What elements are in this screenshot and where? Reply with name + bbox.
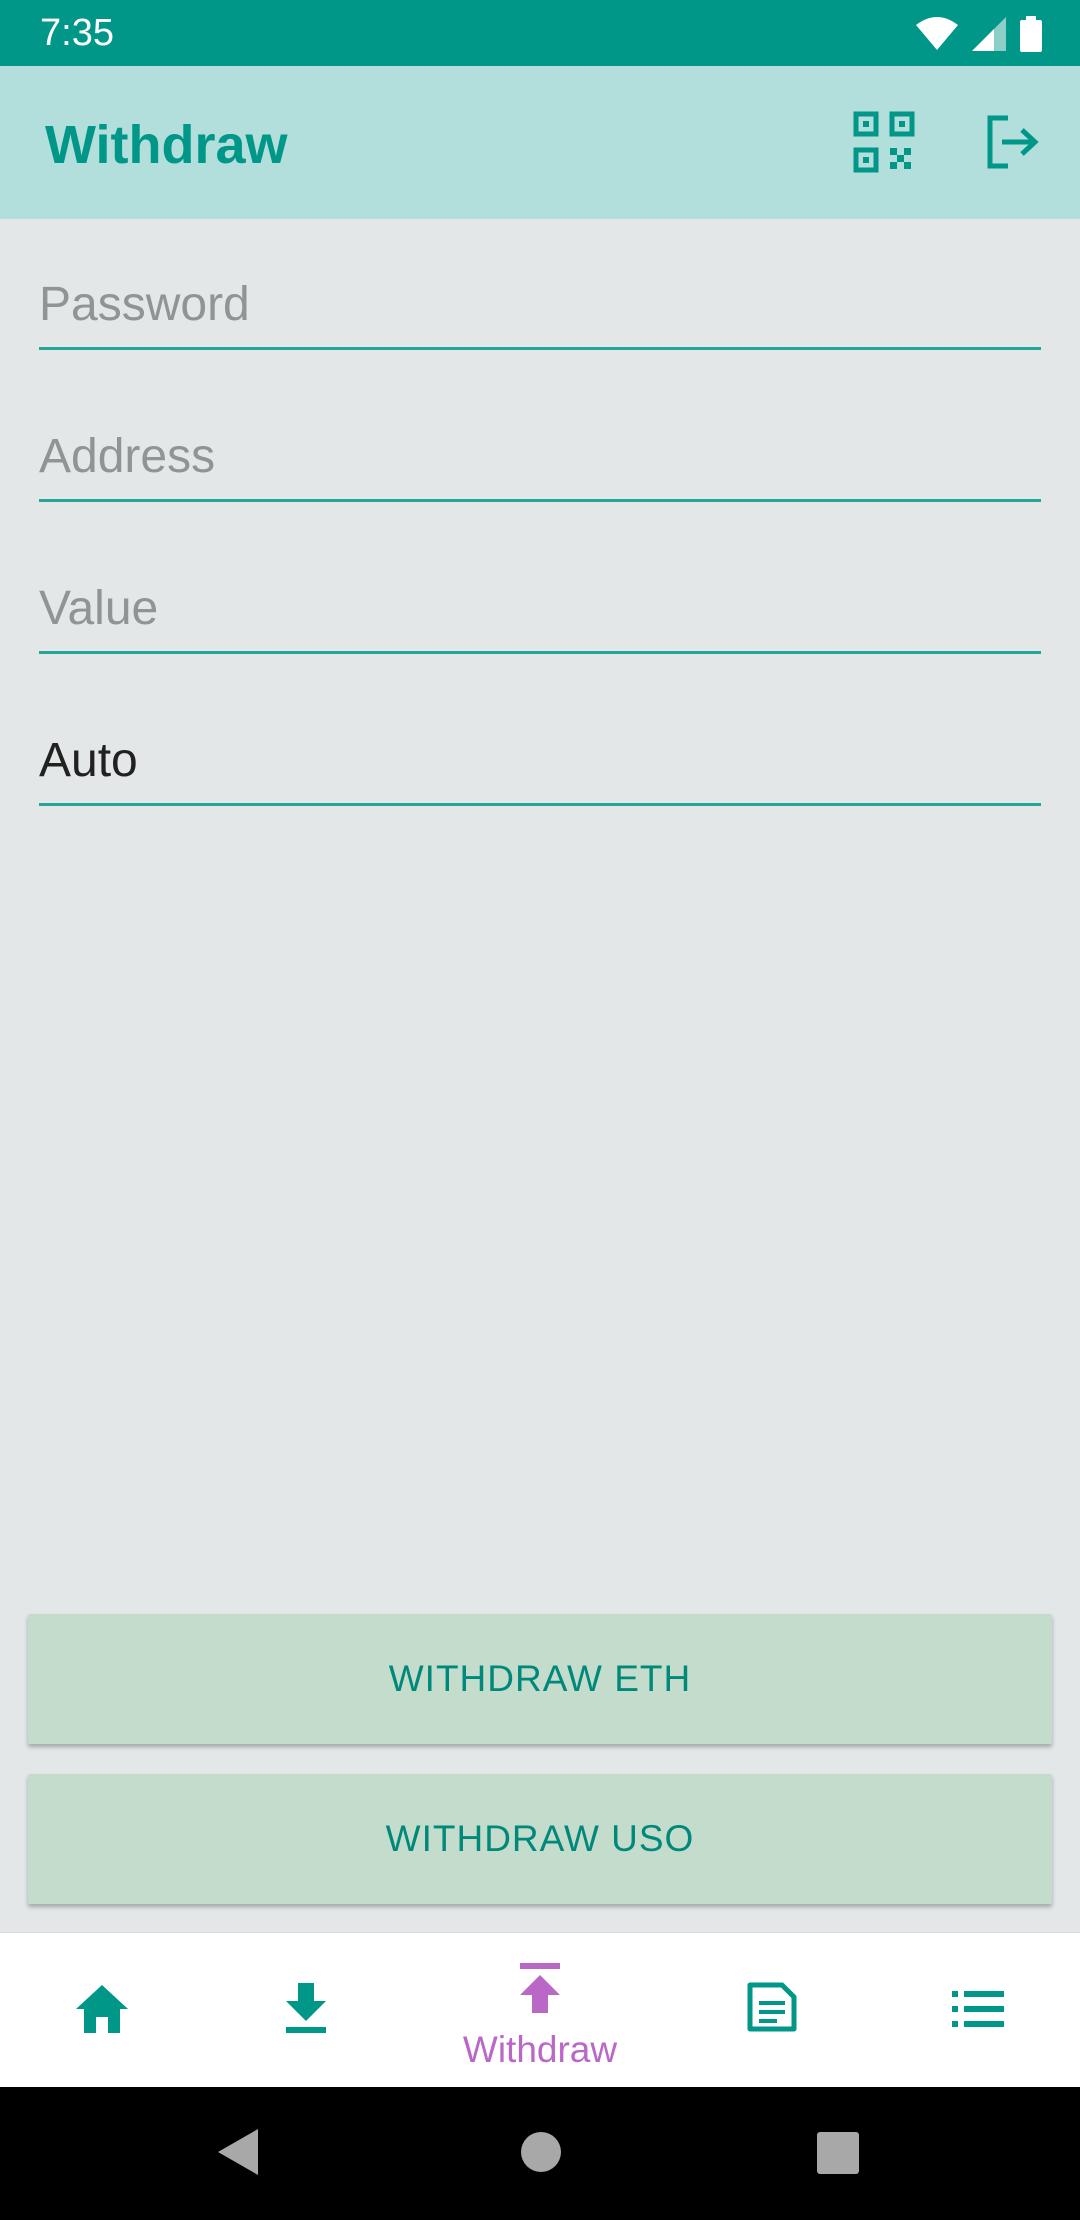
back-icon[interactable]: [218, 2129, 258, 2175]
nav-item-home[interactable]: [0, 1933, 204, 2088]
system-navigation-bar: [0, 2087, 1080, 2220]
withdraw-eth-button[interactable]: WITHDRAW ETH: [28, 1614, 1052, 1744]
home-circle-icon[interactable]: [520, 2131, 562, 2173]
page-title: Withdraw: [45, 115, 288, 175]
download-icon: [286, 1983, 326, 2033]
gas-field[interactable]: [39, 725, 1041, 795]
nav-item-deposit[interactable]: [204, 1933, 408, 2088]
logout-button[interactable]: [980, 110, 1044, 174]
app-bar: Withdraw: [0, 66, 1080, 219]
signal-icon: [972, 17, 1006, 51]
nav-label-withdraw: Withdraw: [462, 2029, 618, 2070]
status-bar: 7:35: [0, 0, 1080, 66]
nav-item-withdraw[interactable]: Withdraw: [438, 1933, 642, 2088]
address-field-container: [39, 382, 1041, 502]
value-field-container: [39, 534, 1041, 654]
status-time: 7:35: [40, 12, 114, 54]
recents-icon[interactable]: [817, 2132, 859, 2174]
battery-icon: [1020, 16, 1042, 52]
document-icon: [747, 1982, 797, 2032]
nav-item-documents[interactable]: [670, 1933, 874, 2088]
value-field[interactable]: [39, 573, 1041, 643]
home-icon: [76, 1985, 128, 2033]
list-icon: [952, 1991, 1004, 2027]
status-icons: [916, 14, 1042, 54]
address-field[interactable]: [39, 421, 1041, 491]
bottom-navigation: Withdraw: [0, 1932, 1080, 2087]
upload-icon: [520, 1963, 560, 2013]
wifi-icon: [916, 17, 958, 50]
nav-item-list[interactable]: [876, 1933, 1080, 2088]
withdraw-uso-button[interactable]: WITHDRAW USO: [28, 1774, 1052, 1904]
password-field[interactable]: [39, 269, 1041, 339]
gas-field-container: [39, 686, 1041, 806]
password-field-container: [39, 230, 1041, 350]
qr-code-icon: [853, 111, 915, 173]
qr-scan-button[interactable]: [852, 110, 916, 174]
logout-icon: [987, 115, 1039, 169]
